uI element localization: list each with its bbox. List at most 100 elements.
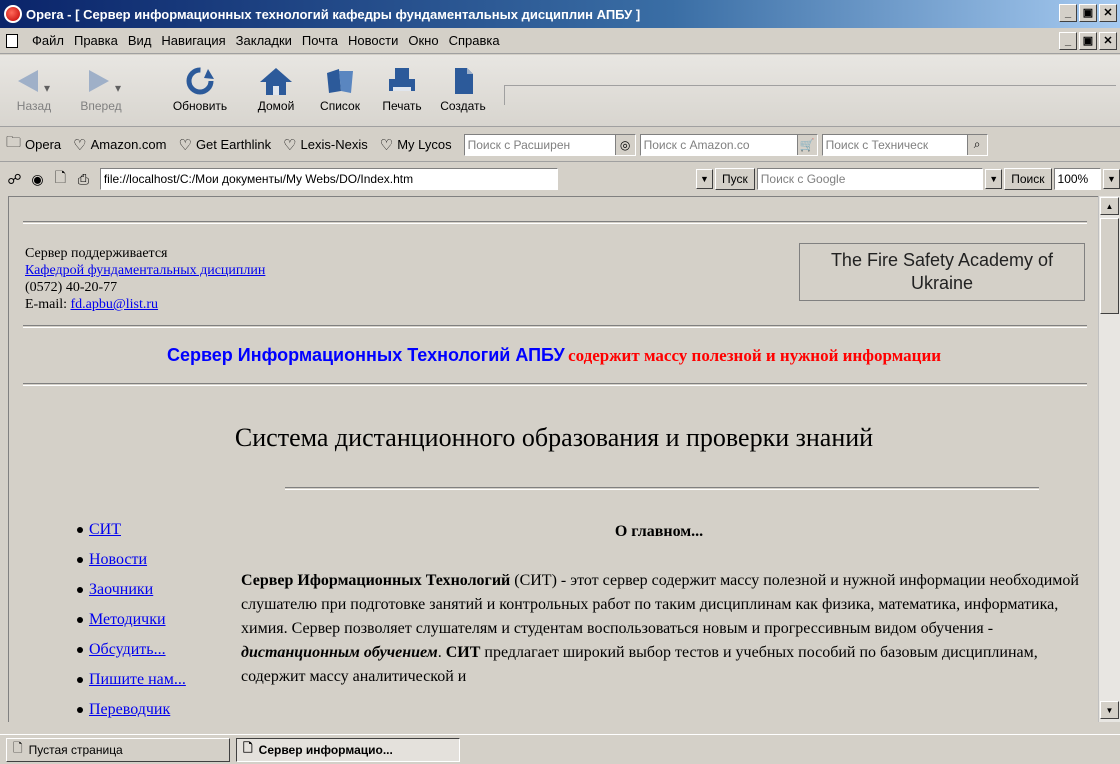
bullet-icon	[77, 617, 83, 623]
phone-text: (0572) 40-20-77	[25, 280, 118, 295]
menu-view[interactable]: Вид	[128, 33, 152, 48]
reload-label: Обновить	[172, 99, 228, 113]
paragraph-text: .	[437, 644, 446, 661]
nav-item: Переводчик	[77, 695, 186, 722]
menu-mail[interactable]: Почта	[302, 33, 338, 48]
nav-link-manuals[interactable]: Методички	[89, 611, 166, 629]
support-text: Сервер поддерживается	[25, 246, 168, 261]
window-title: Opera - [ Сервер информационных технолог…	[26, 6, 641, 22]
tab-server-page[interactable]: 🗋 Сервер информацио...	[236, 737, 460, 762]
nav-link-translator[interactable]: Переводчик	[89, 701, 170, 719]
zoom-dropdown-button[interactable]: ▼	[1102, 169, 1120, 189]
scroll-thumb[interactable]	[1100, 218, 1119, 314]
bookmark-opera[interactable]: 🗀 Opera	[6, 132, 61, 157]
bullet-icon	[77, 557, 83, 563]
search-dropdown-button[interactable]: ▼	[985, 169, 1003, 189]
intro-paragraph: Сервер Иформационных Технологий (СИТ) - …	[241, 569, 1085, 689]
technical-search-field[interactable]: Поиск с Техническ ⌕	[821, 133, 988, 156]
bookmark-earthlink[interactable]: ♡ Get Earthlink	[178, 136, 271, 154]
list-label: Список	[320, 99, 360, 113]
zoom-field[interactable]: 100%	[1053, 168, 1101, 190]
nav-item: Пишите нам...	[77, 665, 186, 695]
paragraph-bold: Сервер Иформационных Технологий	[241, 572, 511, 589]
url-field[interactable]: file://localhost/C:/Мои документы/My Web…	[99, 168, 558, 190]
nav-link-discuss[interactable]: Обсудить...	[89, 641, 166, 659]
banner-title: Сервер Информационных Технологий АПБУ	[166, 345, 565, 365]
page-icon: 🗋	[243, 741, 253, 755]
amazon-search-field[interactable]: Поиск с Amazon.co 🛒	[639, 133, 818, 156]
google-search-field[interactable]: Поиск с Google	[756, 168, 984, 190]
main-toolbar: ▾ Назад ▾ Вперед Обновить Домой Список П…	[0, 55, 1120, 127]
page-content: Сервер поддерживается Кафедрой фундамент…	[8, 196, 1098, 722]
list-button[interactable]: Список	[310, 63, 370, 113]
mdi-close-button[interactable]: ✕	[1099, 32, 1117, 50]
bullet-icon	[77, 587, 83, 593]
close-button[interactable]: ✕	[1099, 4, 1117, 22]
scroll-up-button[interactable]: ▲	[1100, 197, 1119, 215]
bookmark-amazon[interactable]: ♡ Amazon.com	[73, 136, 166, 154]
menu-navigation[interactable]: Навигация	[161, 33, 225, 48]
url-dropdown-button[interactable]: ▼	[695, 169, 714, 189]
academy-name: The Fire Safety Academy of Ukraine	[830, 249, 1054, 293]
department-link[interactable]: Кафедрой фундаментальных дисциплин	[25, 263, 265, 278]
mdi-restore-button[interactable]: ▣	[1079, 32, 1097, 50]
personal-bar: 🗀 Opera ♡ Amazon.com ♡ Get Earthlink ♡ Lexis…	[0, 128, 1120, 162]
email-link[interactable]: fd.apbu@list.ru	[71, 297, 159, 312]
page-icon[interactable]: 🗋	[52, 167, 69, 191]
back-button[interactable]: ▾ Назад	[4, 63, 64, 113]
document-icon[interactable]	[6, 33, 18, 48]
print-preview-icon[interactable]: ⎙	[75, 171, 92, 188]
nav-item: Новости	[77, 545, 186, 575]
minimize-button[interactable]: _	[1059, 4, 1077, 22]
go-button[interactable]: Пуск	[715, 168, 755, 190]
page-title: Система дистанционного образования и про…	[234, 423, 874, 452]
email-label: E-mail:	[25, 297, 71, 312]
back-arrow-icon: ▾	[14, 63, 54, 99]
security-icon[interactable]: ☍	[6, 171, 23, 188]
divider	[23, 221, 1087, 224]
nav-link-sit[interactable]: СИТ	[89, 521, 121, 539]
home-label: Домой	[257, 99, 295, 113]
cookies-icon[interactable]: ◉	[29, 171, 46, 188]
menu-edit[interactable]: Правка	[74, 33, 118, 48]
bullet-icon	[77, 527, 83, 533]
nav-link-news[interactable]: Новости	[89, 551, 147, 569]
nav-link-correspondence[interactable]: Заочники	[89, 581, 153, 599]
cart-icon[interactable]: 🛒	[796, 134, 817, 155]
menu-news[interactable]: Новости	[348, 33, 398, 48]
mdi-minimize-button[interactable]: _	[1059, 32, 1077, 50]
bookmark-lexis-nexis[interactable]: ♡ Lexis-Nexis	[283, 136, 368, 154]
nav-item: Методички	[77, 605, 186, 635]
back-label: Назад	[16, 99, 52, 113]
menu-bar: Файл Правка Вид Навигация Закладки Почта…	[0, 28, 1120, 54]
address-bar: ☍ ◉ 🗋 ⎙ file://localhost/C:/Мои документ…	[0, 164, 1120, 194]
paragraph-bold: СИТ	[445, 644, 481, 661]
bullet-icon	[77, 677, 83, 683]
search-button[interactable]: Поиск	[1004, 168, 1052, 190]
menu-file[interactable]: Файл	[32, 33, 64, 48]
create-button[interactable]: Создать	[432, 63, 494, 113]
bullet-icon	[77, 647, 83, 653]
vertical-scrollbar[interactable]: ▲ ▼	[1098, 196, 1120, 722]
menu-window[interactable]: Окно	[408, 33, 438, 48]
scroll-down-button[interactable]: ▼	[1100, 701, 1119, 719]
reload-icon	[184, 63, 216, 99]
print-button[interactable]: Печать	[372, 63, 432, 113]
maximize-button[interactable]: ▣	[1079, 4, 1097, 22]
home-button[interactable]: Домой	[246, 63, 306, 113]
reload-button[interactable]: Обновить	[160, 63, 240, 113]
support-info: Сервер поддерживается Кафедрой фундамент…	[25, 245, 265, 313]
menu-bookmarks[interactable]: Закладки	[236, 33, 292, 48]
svg-text:▾: ▾	[44, 81, 50, 95]
magnifier-icon[interactable]: ⌕	[966, 134, 987, 155]
advanced-search-field[interactable]: Поиск с Расширен ◎	[463, 133, 636, 156]
forward-button[interactable]: ▾ Вперед	[66, 63, 136, 113]
tab-blank-page[interactable]: 🗋 Пустая страница	[6, 737, 230, 762]
bookmark-my-lycos[interactable]: ♡ My Lycos	[380, 136, 452, 154]
create-label: Создать	[440, 99, 486, 113]
menu-help[interactable]: Справка	[449, 33, 500, 48]
new-page-icon	[449, 63, 477, 99]
nav-link-write-us[interactable]: Пишите нам...	[89, 671, 186, 689]
heart-icon: ♡	[178, 136, 192, 154]
search-engine-icon[interactable]: ◎	[614, 134, 635, 155]
